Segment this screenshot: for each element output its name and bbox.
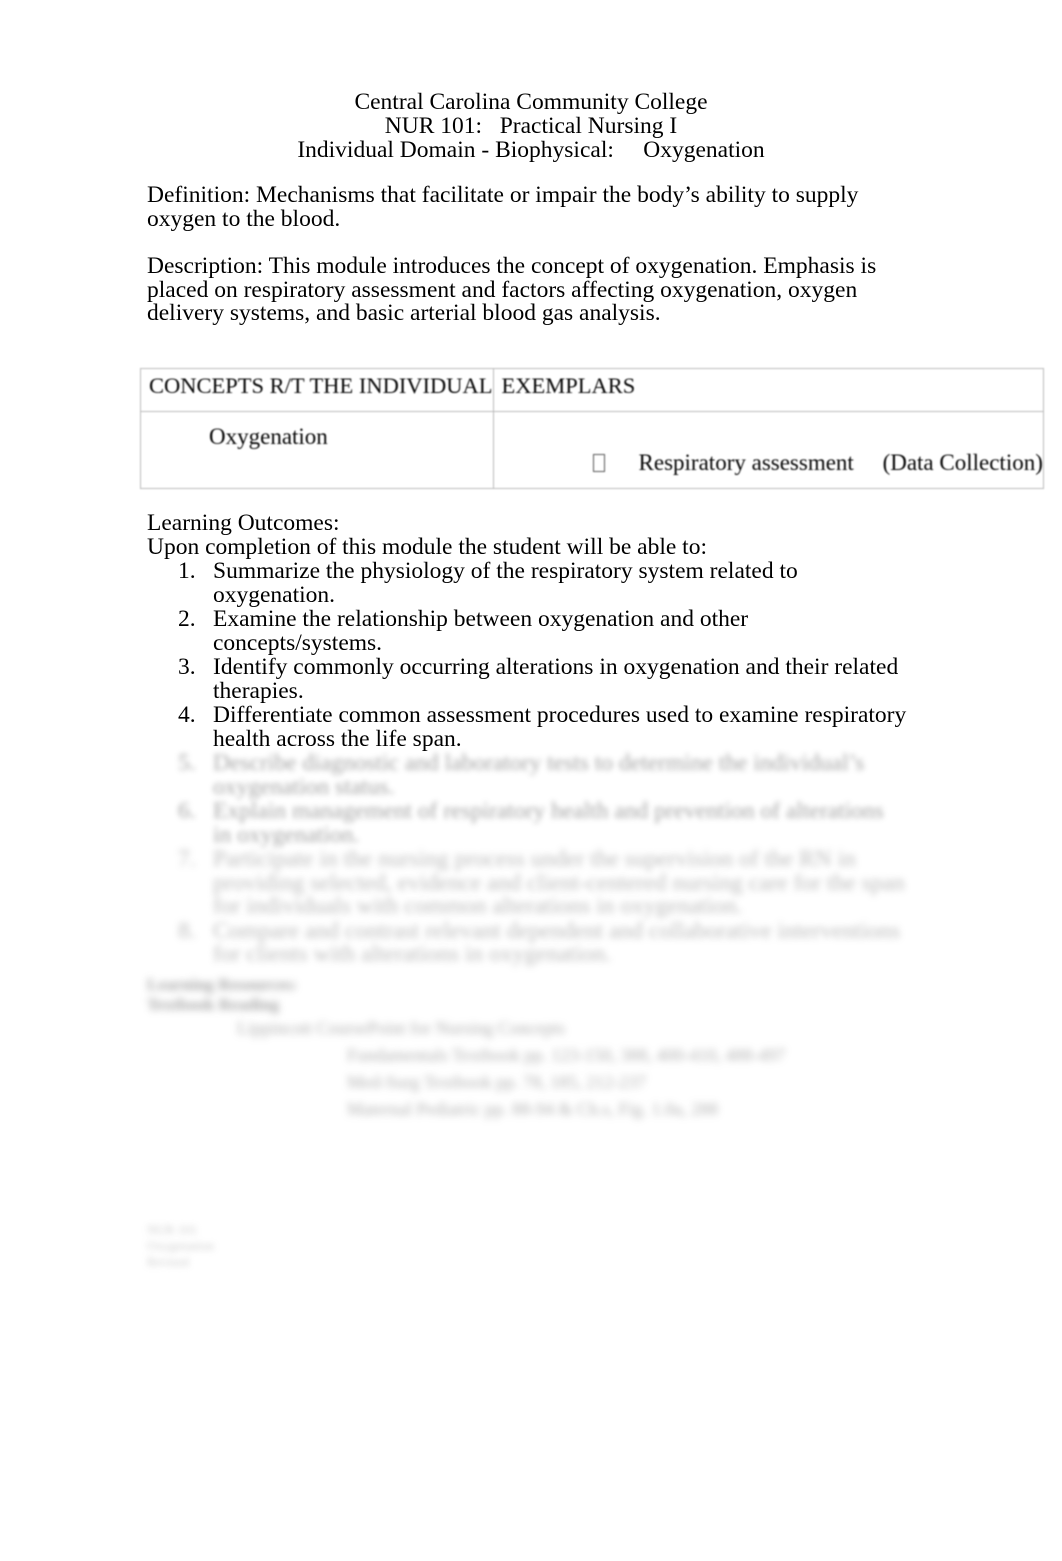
module-title: Individual Domain - Biophysical: Oxygena… bbox=[297, 137, 765, 163]
textbook-reading-heading: Textbook Reading bbox=[147, 995, 280, 1014]
concept-value: Oxygenation bbox=[209, 424, 328, 449]
resources-list: Lippincott CoursePoint for Nursing Conce… bbox=[147, 1015, 907, 1123]
list-item-obscured: Lippincott CoursePoint for Nursing Conce… bbox=[237, 1018, 565, 1038]
learning-resources-section: Learning Resources: Textbook Reading Lip… bbox=[147, 975, 907, 1123]
table-row: Oxygenation Respiratory assessment (Data… bbox=[140, 411, 1044, 489]
list-item: 4. Differentiate common assessment proce… bbox=[147, 702, 907, 752]
learning-outcomes-section: Learning Outcomes: Upon completion of th… bbox=[147, 510, 907, 967]
list-item-obscured: Med-Surg Textbook pp. 78, 185, 212-237 bbox=[347, 1072, 647, 1092]
list-item-number: 8. bbox=[178, 917, 196, 944]
list-item-number: 1. bbox=[178, 558, 196, 584]
list-item-text: Participate in the nursing process under… bbox=[213, 846, 905, 919]
list-item-number: 6. bbox=[178, 798, 196, 824]
description-paragraph: Description: This module introduces the … bbox=[147, 253, 877, 326]
list-item: 2. Examine the relationship between oxyg… bbox=[147, 606, 907, 656]
definition-paragraph: Definition: Mechanisms that facilitate o… bbox=[147, 182, 859, 232]
footer-line: Revised bbox=[147, 1254, 189, 1269]
table-cell-concepts-header: CONCEPTS R/T THE INDIVIDUAL bbox=[140, 368, 494, 412]
learning-outcomes-list: 1. Summarize the physiology of the respi… bbox=[147, 558, 907, 967]
list-item-number: 3. bbox=[178, 654, 196, 680]
concept-cell-body: Oxygenation bbox=[141, 412, 493, 488]
list-item-number: 4. bbox=[178, 702, 196, 728]
table-cell-concept: Oxygenation bbox=[140, 411, 494, 489]
concepts-exemplars-table: CONCEPTS R/T THE INDIVIDUAL EXEMPLARS Ox… bbox=[140, 368, 1044, 489]
footer-fragment: NUR 101 Oxygenation Revised bbox=[147, 1222, 467, 1270]
list-item-obscured: 8. Compare and contrast relevant depende… bbox=[147, 917, 907, 967]
column-header-concepts: CONCEPTS R/T THE INDIVIDUAL bbox=[149, 373, 493, 398]
list-item-number: 5. bbox=[178, 750, 196, 776]
list-item-obscured: 5. Describe diagnostic and laboratory te… bbox=[147, 750, 907, 800]
column-header-exemplars: EXEMPLARS bbox=[501, 373, 636, 398]
learning-outcomes-heading: Learning Outcomes: bbox=[147, 510, 340, 536]
list-item: 1. Summarize the physiology of the respi… bbox=[147, 558, 907, 608]
list-item-number: 2. bbox=[178, 606, 196, 632]
list-item-obscured: 6. Explain management of respiratory hea… bbox=[147, 798, 907, 848]
document-header: Central Carolina Community College NUR 1… bbox=[0, 90, 1062, 162]
table-header-row: CONCEPTS R/T THE INDIVIDUAL EXEMPLARS bbox=[140, 368, 1044, 412]
footer-line: NUR 101 bbox=[147, 1222, 198, 1237]
footer-line: Oxygenation bbox=[147, 1238, 215, 1253]
list-item-text: Explain management of respiratory health… bbox=[213, 798, 884, 848]
list-item-text: Describe diagnostic and laboratory tests… bbox=[213, 750, 865, 800]
exemplar-row: Respiratory assessment (Data Collection) bbox=[494, 424, 1043, 502]
list-item: 3. Identify commonly occurring alteratio… bbox=[147, 654, 907, 704]
list-item-text: Identify commonly occurring alterations … bbox=[213, 654, 899, 704]
missing-glyph-bullet-icon bbox=[592, 454, 605, 472]
list-item-obscured: Fundamentals Textbook pp. 123-150, 388, … bbox=[347, 1045, 786, 1065]
list-item-obscured: 7. Participate in the nursing process un… bbox=[147, 846, 907, 919]
list-item-text: Summarize the physiology of the respirat… bbox=[213, 558, 798, 608]
table-cell-exemplar: Respiratory assessment (Data Collection) bbox=[492, 411, 1044, 489]
exemplar-value: Respiratory assessment (Data Collection) bbox=[638, 450, 1043, 475]
institution-name: Central Carolina Community College bbox=[354, 89, 708, 115]
learning-resources-heading: Learning Resources: bbox=[147, 975, 298, 994]
list-item-text: Examine the relationship between oxygena… bbox=[213, 606, 749, 656]
exemplar-cell-body: Respiratory assessment (Data Collection) bbox=[494, 412, 1043, 488]
course-title: NUR 101: Practical Nursing I bbox=[384, 113, 678, 139]
table-cell-exemplars-header: EXEMPLARS bbox=[492, 368, 1044, 412]
list-item-obscured: Maternal Pediatric pp. 88-94 & Ch.s, Fig… bbox=[347, 1099, 718, 1119]
document-page: Central Carolina Community College NUR 1… bbox=[0, 0, 1062, 1561]
list-item-number: 7. bbox=[178, 846, 196, 872]
learning-outcomes-lead: Upon completion of this module the stude… bbox=[147, 533, 707, 560]
list-item-text: Compare and contrast relevant dependent … bbox=[213, 917, 901, 967]
list-item-text: Differentiate common assessment procedur… bbox=[213, 702, 907, 752]
